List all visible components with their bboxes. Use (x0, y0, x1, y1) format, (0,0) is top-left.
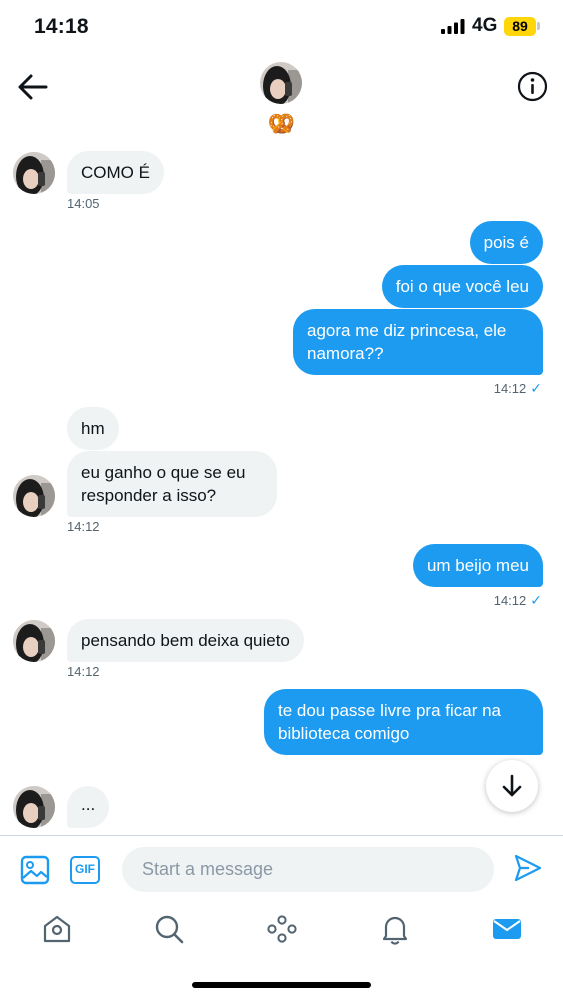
signal-icon (441, 19, 465, 34)
message-timestamp: 14:12 (67, 519, 100, 534)
message-timestamp: 14:12 ✓ (494, 380, 542, 397)
arrow-left-icon[interactable] (16, 72, 50, 102)
message-bubble-outgoing[interactable]: te dou passe livre pra ficar na bibliote… (264, 689, 543, 755)
status-bar: 14:18 4G 89 (0, 0, 563, 56)
arrow-down-icon (502, 774, 522, 797)
message-bubble-incoming[interactable]: hm (67, 407, 119, 450)
message-bubble-incoming[interactable]: COMO É (67, 151, 164, 194)
conversation-header: 🥨 (0, 56, 563, 142)
messages-icon[interactable] (491, 913, 523, 945)
battery-level: 89 (504, 17, 536, 36)
message-bubble-incoming[interactable]: ... (67, 786, 110, 828)
message-bubble-incoming[interactable]: pensando bem deixa quieto (67, 619, 304, 662)
scroll-to-bottom-button[interactable] (486, 760, 538, 812)
message-bubble-outgoing[interactable]: foi o que você leu (381, 265, 543, 308)
status-time: 14:18 (34, 15, 89, 38)
image-icon[interactable] (20, 855, 50, 885)
battery-nub (537, 22, 540, 30)
home-indicator[interactable] (192, 982, 371, 988)
communities-icon[interactable] (266, 913, 298, 945)
avatar[interactable] (13, 620, 55, 662)
avatar[interactable] (13, 475, 55, 517)
message-input[interactable] (122, 847, 494, 892)
message-bubble-outgoing[interactable]: um beijo meu (412, 544, 543, 587)
message-timestamp: 14:05 (67, 196, 100, 211)
info-icon[interactable] (517, 71, 548, 102)
gif-button[interactable]: GIF (70, 856, 100, 884)
sent-check-icon: ✓ (530, 592, 542, 608)
message-composer: GIF (0, 835, 563, 903)
header-avatar[interactable] (260, 62, 302, 104)
notifications-icon[interactable] (379, 913, 411, 945)
network-type: 4G (472, 15, 498, 36)
search-icon[interactable] (153, 913, 185, 945)
send-icon[interactable] (513, 853, 543, 883)
home-icon[interactable] (41, 913, 73, 945)
sent-check-icon: ✓ (530, 380, 542, 396)
message-bubble-outgoing[interactable]: pois é (469, 221, 543, 264)
conversation-name[interactable]: 🥨 (0, 111, 563, 137)
timestamp-text: 14:12 (493, 593, 527, 608)
message-bubble-incoming[interactable]: eu ganho o que se eu responder a isso? (67, 451, 277, 517)
message-timestamp: 14:12 (67, 664, 100, 679)
avatar[interactable] (13, 786, 55, 828)
avatar[interactable] (13, 152, 55, 194)
timestamp-text: 14:12 (493, 381, 527, 396)
message-timestamp: 14:12 ✓ (494, 592, 542, 609)
message-bubble-outgoing[interactable]: agora me diz princesa, ele namora?? (293, 309, 543, 375)
